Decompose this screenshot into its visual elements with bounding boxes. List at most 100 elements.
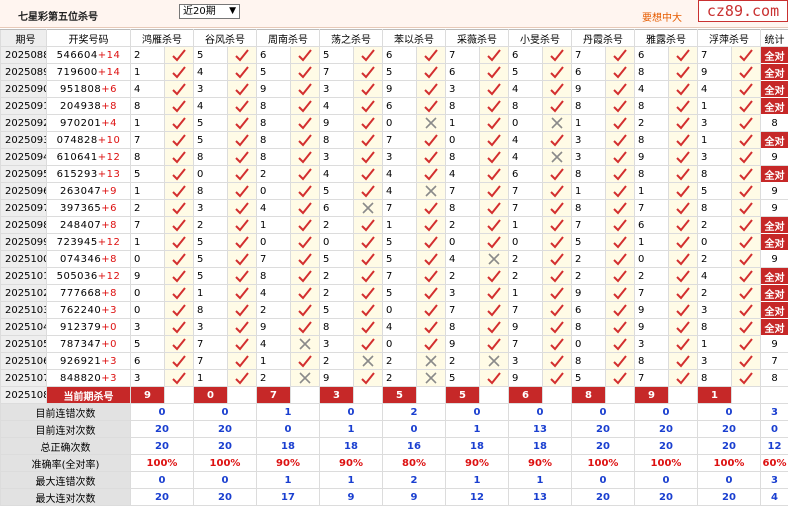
check-icon: [227, 352, 257, 370]
check-icon: [668, 301, 698, 319]
lottery-digits: 777668: [60, 287, 102, 299]
lottery-digits: 926921: [60, 355, 102, 367]
check-icon: [668, 335, 698, 353]
check-icon: [542, 165, 572, 183]
check-icon: [479, 369, 509, 387]
summary-value: 20: [697, 488, 761, 506]
promo-link[interactable]: 要想中大: [642, 9, 682, 24]
period-select[interactable]: 近20期 ▼: [179, 4, 240, 19]
summary-value: 20: [634, 437, 698, 455]
kill-number-cell: 8: [445, 97, 480, 115]
kill-number-cell: 7: [571, 46, 606, 64]
kill-number-cell: 5: [130, 165, 165, 183]
check-icon: [290, 97, 320, 115]
kill-number-cell: 3: [697, 114, 732, 132]
stat-cell: 9: [760, 182, 788, 200]
table-row: 2025095 615293+13 5 0 2 4 4 4 6 8 8 8 全对: [0, 165, 788, 183]
check-icon: [290, 46, 320, 64]
lottery-extra: +10: [97, 134, 121, 146]
lottery-extra: +3: [101, 304, 117, 316]
summary-value: 0: [760, 420, 788, 438]
summary-value: 20: [571, 488, 635, 506]
kill-number-cell: 9: [256, 80, 291, 98]
table-row: 2025106 926921+3 6 7 1 2 2 2 3 8 8 3 7: [0, 352, 788, 370]
kill-number-cell: 0: [130, 250, 165, 268]
check-icon: [227, 233, 257, 251]
current-kill-number: 7: [256, 386, 291, 404]
kill-number-cell: 9: [508, 369, 543, 387]
check-icon: [290, 114, 320, 132]
check-icon: [731, 114, 761, 132]
lottery-number-cell: 204938+8: [46, 97, 131, 115]
kill-number-cell: 8: [634, 97, 669, 115]
current-kill-number: 8: [571, 386, 606, 404]
kill-number-cell: 7: [571, 216, 606, 234]
check-icon: [605, 318, 635, 336]
cross-icon: [542, 114, 572, 132]
check-icon: [668, 369, 698, 387]
check-icon: [668, 148, 698, 166]
kill-number-cell: 4: [697, 267, 732, 285]
kill-number-cell: 5: [193, 233, 228, 251]
summary-value: 0: [130, 403, 194, 421]
check-icon: [353, 301, 383, 319]
kill-number-cell: 7: [634, 369, 669, 387]
period-cell: 2025103: [0, 301, 47, 319]
kill-number-cell: 1: [256, 216, 291, 234]
lottery-digits: 546604: [56, 49, 98, 61]
kill-number-cell: 7: [445, 182, 480, 200]
check-icon: [227, 46, 257, 64]
check-icon: [164, 165, 194, 183]
summary-value: 20: [193, 437, 257, 455]
site-logo[interactable]: cz89.com: [698, 0, 788, 22]
summary-value: 13: [508, 488, 572, 506]
check-icon: [542, 216, 572, 234]
check-icon: [227, 250, 257, 268]
lottery-digits: 204938: [60, 100, 102, 112]
check-icon: [290, 182, 320, 200]
kill-number-cell: 7: [382, 131, 417, 149]
check-icon: [668, 63, 698, 81]
kill-number-cell: 8: [130, 97, 165, 115]
check-icon: [353, 63, 383, 81]
table-row: 2025101 505036+12 9 5 8 2 7 2 2 2 2 4 全对: [0, 267, 788, 285]
check-icon: [731, 46, 761, 64]
summary-value: 18: [256, 437, 320, 455]
kill-number-cell: 6: [130, 352, 165, 370]
kill-number-cell: 1: [697, 335, 732, 353]
kill-number-cell: 3: [319, 335, 354, 353]
period-cell: 2025088: [0, 46, 47, 64]
check-icon: [227, 267, 257, 285]
kill-number-cell: 8: [445, 318, 480, 336]
kill-number-cell: 1: [634, 182, 669, 200]
summary-value: 90%: [445, 454, 509, 472]
summary-value: 0: [571, 403, 635, 421]
period-cell: 2025096: [0, 182, 47, 200]
lottery-number-cell: 970201+4: [46, 114, 131, 132]
summary-value: 0: [382, 420, 446, 438]
check-icon: [227, 131, 257, 149]
kill-number-cell: 5: [382, 63, 417, 81]
check-icon: [416, 165, 446, 183]
stat-cell: 全对: [760, 131, 788, 149]
kill-number-cell: 5: [130, 335, 165, 353]
kill-number-cell: 4: [130, 80, 165, 98]
kill-number-cell: 8: [256, 267, 291, 285]
period-cell: 2025102: [0, 284, 47, 302]
table-body: 2025088 546604+14 2 5 6 5 6 7 6 7 6 7 全对 2025089 71960…: [0, 46, 788, 506]
lottery-number-cell: 951808+6: [46, 80, 131, 98]
stat-cell: 全对: [760, 267, 788, 285]
check-icon: [164, 335, 194, 353]
kill-number-cell: 2: [319, 352, 354, 370]
lottery-digits: 074346: [60, 253, 102, 265]
lottery-number-cell: 848820+3: [46, 369, 131, 387]
summary-value: 12: [445, 488, 509, 506]
stat-cell: 全对: [760, 97, 788, 115]
table-header: 期号 开奖号码 鸿雁杀号 谷风杀号 周南杀号 荡之杀号 苯以杀号 采薇杀号 小旻杀号 丹霞杀号 雅露…: [0, 29, 788, 47]
cross-icon: [353, 352, 383, 370]
stat-cell: 全对: [760, 233, 788, 251]
kill-number-table: 期号 开奖号码 鸿雁杀号 谷风杀号 周南杀号 荡之杀号 苯以杀号 采薇杀号 小旻杀号 丹霞杀号 雅露…: [0, 29, 788, 506]
check-icon: [542, 131, 572, 149]
summary-value: 100%: [193, 454, 257, 472]
check-icon: [668, 216, 698, 234]
